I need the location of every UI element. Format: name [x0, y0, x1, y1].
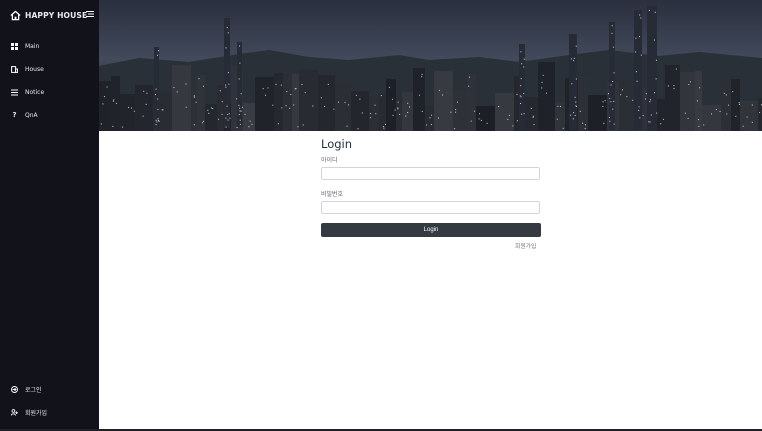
- list-icon: [11, 89, 18, 96]
- skyline-illustration: [99, 0, 762, 131]
- home-icon: [10, 10, 21, 20]
- sidebar-item-label: Main: [25, 42, 40, 50]
- brand[interactable]: HAPPY HOUSE: [10, 8, 87, 22]
- sidebar-item-label: House: [25, 65, 44, 73]
- signup-link[interactable]: 회원가입: [515, 241, 536, 250]
- id-input[interactable]: [321, 167, 540, 180]
- sidebar-item-notice[interactable]: Notice: [11, 86, 44, 98]
- question-icon: ?: [12, 111, 17, 119]
- sidebar-item-label: 로그인: [25, 386, 42, 394]
- sidebar: HAPPY HOUSE Main House Notice ? QnA 로그인 …: [0, 0, 99, 431]
- user-plus-icon: [11, 408, 18, 416]
- hero-cityscape-image: [99, 0, 762, 131]
- building-icon: [11, 65, 18, 73]
- grid-icon: [11, 42, 18, 50]
- sidebar-item-label: Notice: [25, 88, 45, 96]
- login-icon: [11, 385, 18, 393]
- login-title: Login: [321, 137, 353, 151]
- menu-toggle-icon[interactable]: [86, 10, 94, 18]
- sidebar-item-main[interactable]: Main: [11, 40, 39, 52]
- sidebar-item-label: 회원가입: [25, 409, 48, 417]
- login-button[interactable]: Login: [321, 223, 541, 237]
- password-input[interactable]: [321, 201, 540, 214]
- id-label: 아이디: [321, 157, 338, 164]
- app-title: HAPPY HOUSE: [25, 10, 88, 20]
- sidebar-item-house[interactable]: House: [11, 63, 44, 75]
- password-label: 비밀번호: [321, 191, 344, 198]
- sidebar-item-signup[interactable]: 회원가입: [11, 406, 47, 418]
- sidebar-item-qna[interactable]: ? QnA: [11, 109, 38, 121]
- sidebar-item-login[interactable]: 로그인: [11, 383, 42, 395]
- sidebar-item-label: QnA: [25, 111, 38, 119]
